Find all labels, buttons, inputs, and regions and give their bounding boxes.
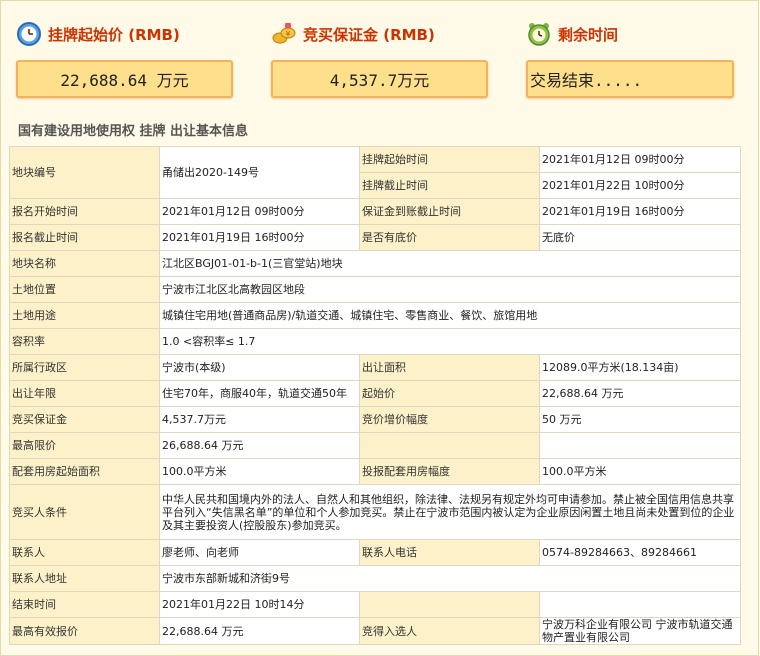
parcel-no-value: 甬储出2020-149号 <box>159 146 360 199</box>
table-row: 容积率 1.0 <容积率≤ 1.7 <box>9 328 741 355</box>
max-price-value: 26,688.64 万元 <box>159 432 360 459</box>
winner-label: 竞得入选人 <box>359 617 540 645</box>
start-price-label: 起始价 <box>359 380 540 407</box>
parcel-name-label: 地块名称 <box>9 250 160 277</box>
table-row: 竞买人条件 中华人民共和国境内外的法人、自然人和其他组织，除法律、法规另有规定外… <box>9 484 741 540</box>
usage-label: 土地用途 <box>9 302 160 329</box>
parcel-no-label: 地块编号 <box>9 146 160 199</box>
housing-area-value: 100.0平方米 <box>159 458 360 485</box>
address-value: 宁波市东部新城和济街9号 <box>159 565 741 592</box>
table-row: 报名截止时间 2021年01月19日 16时00分 是否有底价 无底价 <box>9 224 741 251</box>
empty-label-cell <box>359 432 540 459</box>
highest-bid-value: 22,688.64 万元 <box>159 617 360 645</box>
end-time-value: 2021年01月22日 10时14分 <box>159 591 360 618</box>
listing-end-value: 2021年01月22日 10时00分 <box>539 172 741 199</box>
contact-label: 联系人 <box>9 539 160 566</box>
listing-info-table: 地块编号 甬储出2020-149号 挂牌起始时间 2021年01月12日 09时… <box>9 146 741 645</box>
summary-bar: 挂牌起始价 (RMB) 22,688.64 万元 ¥ 竞买保证金 (RMB) 4… <box>0 16 760 106</box>
table-row: 联系人 廖老师、向老师 联系人电话 0574-89284663、89284661 <box>9 539 741 566</box>
listing-start-value: 2021年01月12日 09时00分 <box>539 146 741 173</box>
far-value: 1.0 <容积率≤ 1.7 <box>159 328 741 355</box>
max-price-label: 最高限价 <box>9 432 160 459</box>
winner-value: 宁波万科企业有限公司 宁波市轨道交通物产置业有限公司 <box>539 617 741 645</box>
table-row: 报名开始时间 2021年01月12日 09时00分 保证金到账截止时间 2021… <box>9 198 741 225</box>
housing-increment-value: 100.0平方米 <box>539 458 741 485</box>
usage-value: 城镇住宅用地(普通商品房)/轨道交通、城镇住宅、零售商业、餐饮、旅馆用地 <box>159 302 741 329</box>
coins-icon: ¥ <box>272 23 296 44</box>
remaining-time-title: 剩余时间 <box>558 25 619 44</box>
bidder-conditions-label: 竞买人条件 <box>9 484 160 540</box>
location-value: 宁波市江北区北高教园区地段 <box>159 276 741 303</box>
listing-start-label: 挂牌起始时间 <box>359 146 540 173</box>
table-row: 出让年限 住宅70年，商服40年，轨道交通50年 起始价 22,688.64 万… <box>9 380 741 407</box>
listing-end-label: 挂牌截止时间 <box>359 172 540 199</box>
start-price-block: 挂牌起始价 (RMB) 22,688.64 万元 <box>16 16 246 98</box>
contact-value: 廖老师、向老师 <box>159 539 360 566</box>
empty-value-cell <box>539 591 741 618</box>
housing-area-label: 配套用房起始面积 <box>9 458 160 485</box>
parcel-name-value: 江北区BGJ01-01-b-1(三官堂站)地块 <box>159 250 741 277</box>
clock-icon <box>17 22 41 46</box>
bid-deposit-value: 4,537.7万元 <box>159 406 360 433</box>
table-row: 所属行政区 宁波市(本级) 出让面积 12089.0平方米(18.134亩) <box>9 354 741 381</box>
bid-deposit-label: 竞买保证金 <box>9 406 160 433</box>
signup-end-label: 报名截止时间 <box>9 224 160 251</box>
start-price-value: 22,688.64 万元 <box>16 60 233 98</box>
start-price-title: 挂牌起始价 (RMB) <box>48 25 180 44</box>
highest-bid-label: 最高有效报价 <box>9 617 160 645</box>
signup-end-value: 2021年01月19日 16时00分 <box>159 224 360 251</box>
table-row: 联系人地址 宁波市东部新城和济街9号 <box>9 565 741 592</box>
bidder-conditions-value: 中华人民共和国境内外的法人、自然人和其他组织，除法律、法规另有规定外均可申请参加… <box>159 484 741 540</box>
table-row: 结束时间 2021年01月22日 10时14分 <box>9 591 741 618</box>
area-label: 出让面积 <box>359 354 540 381</box>
empty-value-cell <box>539 432 741 459</box>
table-row: 配套用房起始面积 100.0平方米 投报配套用房幅度 100.0平方米 <box>9 458 741 485</box>
empty-label-cell <box>359 591 540 618</box>
alarm-clock-icon <box>528 23 550 46</box>
location-label: 土地位置 <box>9 276 160 303</box>
remaining-time-block: 剩余时间 交易结束..... <box>526 16 756 98</box>
table-row: 地块编号 甬储出2020-149号 挂牌起始时间 2021年01月12日 09时… <box>9 146 741 199</box>
end-time-label: 结束时间 <box>9 591 160 618</box>
district-value: 宁波市(本级) <box>159 354 360 381</box>
increment-value: 50 万元 <box>539 406 741 433</box>
table-row: 最高限价 26,688.64 万元 <box>9 432 741 459</box>
reserve-value: 无底价 <box>539 224 741 251</box>
deposit-deadline-value: 2021年01月19日 16时00分 <box>539 198 741 225</box>
table-row: 土地位置 宁波市江北区北高教园区地段 <box>9 276 741 303</box>
remaining-time-value: 交易结束..... <box>526 60 734 98</box>
table-row: 地块名称 江北区BGJ01-01-b-1(三官堂站)地块 <box>9 250 741 277</box>
area-value: 12089.0平方米(18.134亩) <box>539 354 741 381</box>
svg-text:¥: ¥ <box>286 30 291 38</box>
district-label: 所属行政区 <box>9 354 160 381</box>
table-row: 土地用途 城镇住宅用地(普通商品房)/轨道交通、城镇住宅、零售商业、餐饮、旅馆用… <box>9 302 741 329</box>
deposit-block: ¥ 竞买保证金 (RMB) 4,537.7万元 <box>271 16 501 98</box>
phone-value: 0574-89284663、89284661 <box>539 539 741 566</box>
signup-start-label: 报名开始时间 <box>9 198 160 225</box>
far-label: 容积率 <box>9 328 160 355</box>
deposit-deadline-label: 保证金到账截止时间 <box>359 198 540 225</box>
deposit-title: 竞买保证金 (RMB) <box>303 25 435 44</box>
address-label: 联系人地址 <box>9 565 160 592</box>
table-row: 最高有效报价 22,688.64 万元 竞得入选人 宁波万科企业有限公司 宁波市… <box>9 617 741 645</box>
signup-start-value: 2021年01月12日 09时00分 <box>159 198 360 225</box>
table-row: 竞买保证金 4,537.7万元 竞价增价幅度 50 万元 <box>9 406 741 433</box>
reserve-label: 是否有底价 <box>359 224 540 251</box>
section-title: 国有建设用地使用权 挂牌 出让基本信息 <box>18 124 249 139</box>
increment-label: 竞价增价幅度 <box>359 406 540 433</box>
deposit-value: 4,537.7万元 <box>271 60 488 98</box>
term-value: 住宅70年，商服40年，轨道交通50年 <box>159 380 360 407</box>
housing-increment-label: 投报配套用房幅度 <box>359 458 540 485</box>
term-label: 出让年限 <box>9 380 160 407</box>
start-price-cell: 22,688.64 万元 <box>539 380 741 407</box>
phone-label: 联系人电话 <box>359 539 540 566</box>
